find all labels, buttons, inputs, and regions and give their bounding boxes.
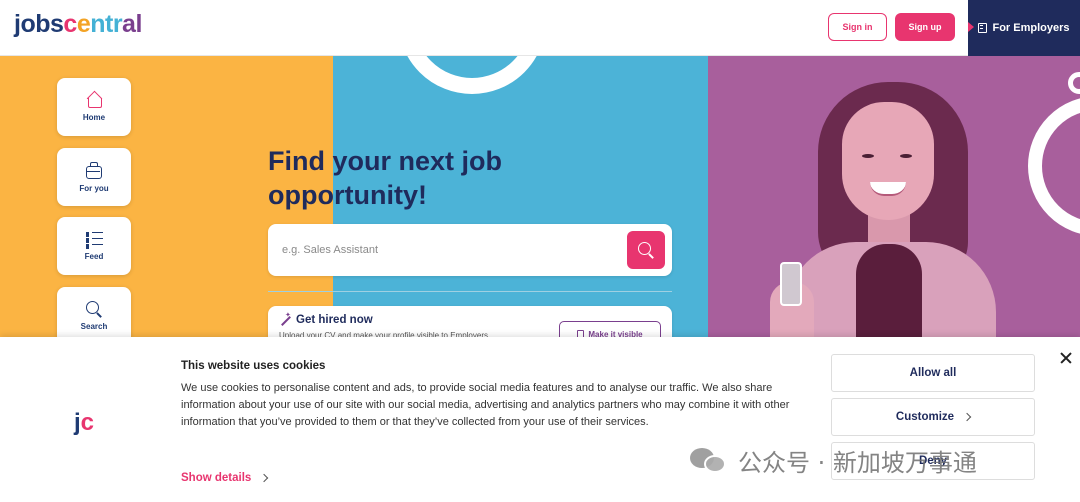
- sidebar-item-label: Home: [82, 113, 106, 122]
- show-details-label: Show details: [181, 472, 252, 484]
- sidebar-item-for-you[interactable]: For you: [57, 148, 131, 206]
- job-search-bar: [268, 224, 672, 276]
- logo-text-ntr: ntr: [90, 10, 123, 38]
- photo-eye: [900, 154, 912, 158]
- photo-smile: [870, 182, 906, 196]
- cookie-description: We use cookies to personalise content an…: [181, 382, 790, 428]
- divider: [268, 291, 672, 292]
- get-hired-title: Get hired now: [296, 314, 373, 326]
- watermark-text: 公众号 · 新加坡万事通: [738, 448, 977, 477]
- jc-logo-c: c: [80, 409, 95, 436]
- briefcase-icon: [86, 162, 102, 179]
- sidebar-item-feed[interactable]: Feed: [57, 217, 131, 275]
- for-employers-button[interactable]: For Employers: [968, 0, 1080, 56]
- cookie-title: This website uses cookies: [181, 360, 326, 372]
- search-button[interactable]: [627, 231, 665, 269]
- photo-face: [842, 102, 934, 220]
- logo-text-al: al: [122, 10, 142, 38]
- chevron-right-icon: [962, 412, 972, 422]
- page-title: Find your next job opportunity!: [268, 146, 502, 210]
- sidebar-item-label: For you: [79, 184, 109, 193]
- wechat-watermark: 公众号 · 新加坡万事通: [690, 444, 977, 477]
- sidebar-item-label: Feed: [84, 251, 104, 261]
- feed-icon: [86, 231, 103, 247]
- magic-wand-icon: [279, 311, 291, 327]
- allow-all-label: Allow all: [909, 367, 957, 379]
- customize-label: Customize: [895, 411, 955, 423]
- show-details-link[interactable]: Show details: [181, 472, 269, 484]
- sign-in-button[interactable]: Sign in: [828, 13, 887, 41]
- jc-logo: jc: [74, 409, 94, 437]
- photo-eye: [862, 154, 874, 158]
- customize-button[interactable]: Customize: [831, 398, 1035, 436]
- sign-up-button[interactable]: Sign up: [895, 13, 955, 41]
- search-icon: [638, 242, 654, 258]
- top-header: jobscentral Sign in Sign up For Employer…: [0, 0, 1080, 56]
- hero-woman-photo: [760, 82, 1000, 346]
- search-input[interactable]: [282, 236, 612, 264]
- sidebar-item-home[interactable]: Home: [57, 78, 131, 136]
- home-icon: [86, 92, 102, 108]
- hero-section: Home For you Feed Search Find your next …: [0, 56, 1080, 346]
- pink-triangle-marker: [968, 22, 974, 32]
- photo-phone: [780, 262, 802, 306]
- logo-text-jobs: jobs: [14, 10, 64, 38]
- jobscentral-logo[interactable]: jobscentral: [14, 10, 142, 39]
- logo-text-c: c: [63, 10, 77, 38]
- sidebar-item-label: Search: [80, 322, 108, 331]
- for-employers-label: For Employers: [992, 22, 1070, 34]
- wechat-icon: [690, 446, 730, 474]
- jc-logo-j: j: [74, 409, 81, 436]
- close-icon[interactable]: [1058, 350, 1074, 366]
- building-icon: [978, 23, 988, 33]
- chevron-right-icon: [260, 473, 269, 483]
- logo-text-e: e: [76, 10, 91, 38]
- photo-top: [856, 244, 922, 346]
- search-icon: [86, 301, 102, 317]
- allow-all-button[interactable]: Allow all: [831, 354, 1035, 392]
